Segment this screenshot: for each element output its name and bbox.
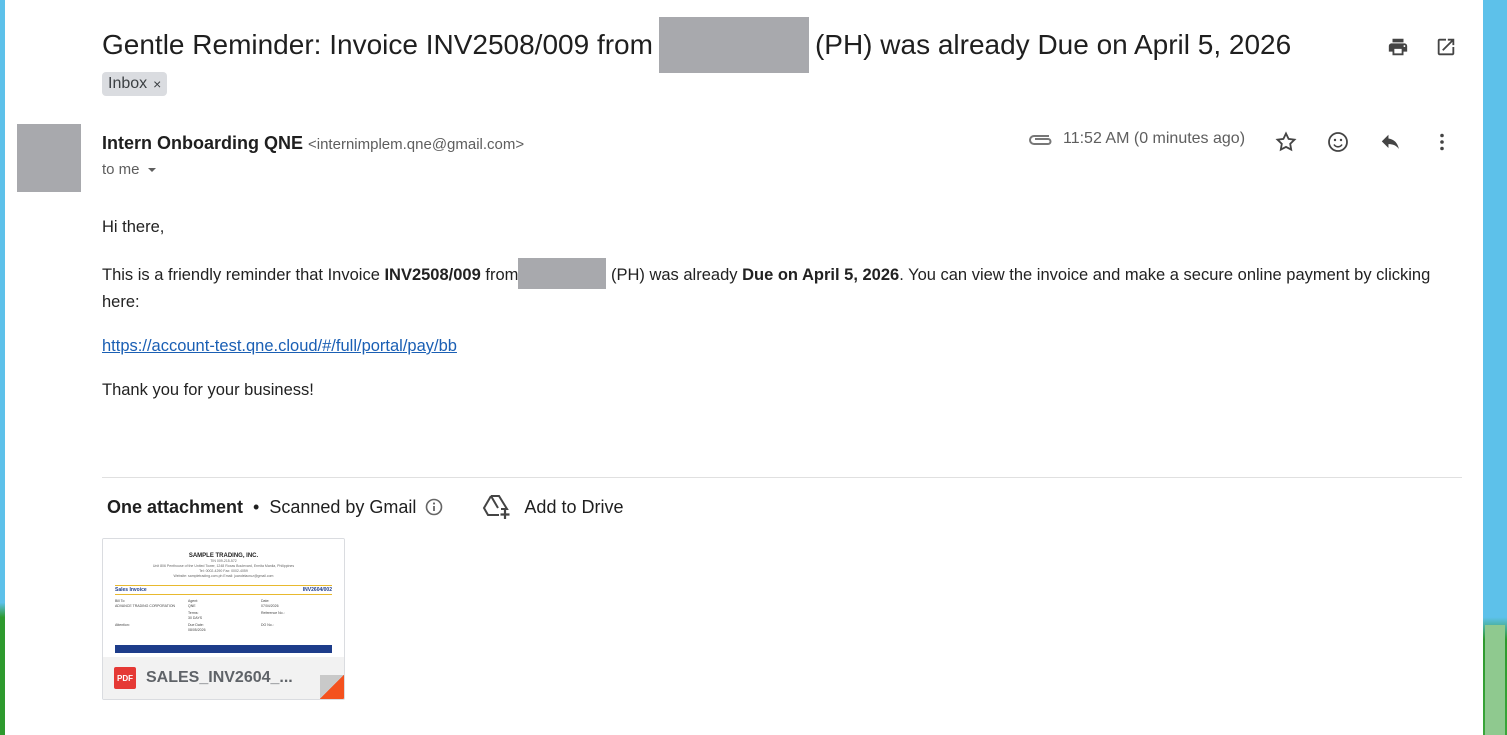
add-to-drive-label: Add to Drive — [524, 496, 624, 517]
reply-icon[interactable] — [1377, 129, 1403, 155]
background-scroll-strip — [1485, 625, 1505, 735]
label-chip-text: Inbox — [108, 75, 148, 92]
more-options-icon[interactable] — [1429, 129, 1455, 155]
thumb-table-header — [115, 645, 332, 653]
add-to-drive-button[interactable]: Add to Drive — [482, 494, 623, 520]
reminder-paragraph: This is a friendly reminder that Invoice… — [102, 258, 1462, 315]
subject-toolbar — [1385, 34, 1459, 60]
email-subject: Gentle Reminder: Invoice INV2508/009 fro… — [102, 16, 1291, 74]
attachment-thumbnail: SAMPLE TRADING, INC. TIN 009-215-572 Uni… — [103, 539, 344, 657]
thumb-doc-title: Sales Invoice — [115, 587, 147, 593]
invoice-number: INV2508/009 — [384, 266, 481, 284]
redacted-company-name — [658, 17, 809, 73]
attachments-divider — [102, 477, 1462, 478]
thumb-address-4: Website: sampletrading.com.ph Email: jua… — [173, 574, 274, 578]
recipient-label: to me — [102, 161, 140, 178]
message-time: 11:52 AM (0 minutes ago) — [1063, 130, 1246, 147]
greeting: Hi there, — [102, 218, 165, 236]
separator-dot: • — [253, 496, 260, 517]
subject-suffix: (PH) was already Due on April 5, 2026 — [814, 29, 1292, 60]
page-fold-icon — [320, 675, 344, 699]
subject-prefix: Gentle Reminder: Invoice INV2508/009 fro… — [102, 29, 653, 60]
thumb-doc-no: INV2604/002 — [302, 587, 332, 593]
due-date: Due on April 5, 2026 — [742, 266, 900, 284]
message-body: Hi there, This is a friendly reminder th… — [102, 214, 1462, 421]
attachment-footer: PDF SALES_INV2604_... — [103, 657, 344, 699]
open-in-new-window-icon[interactable] — [1433, 34, 1459, 60]
recipient-details-toggle[interactable]: to me — [102, 161, 158, 178]
email-view: Gentle Reminder: Invoice INV2508/009 fro… — [5, 0, 1483, 735]
label-chip-inbox[interactable]: Inbox × — [102, 72, 168, 96]
info-icon[interactable] — [424, 497, 444, 517]
attachments-header: One attachment • Scanned by Gmail Add to… — [107, 494, 623, 520]
attachment-filename: SALES_INV2604_... — [146, 669, 293, 686]
redacted-company-name-body — [518, 258, 607, 289]
sender-avatar — [17, 124, 81, 192]
scanned-by-gmail: Scanned by Gmail — [269, 496, 417, 517]
pdf-icon: PDF — [114, 667, 136, 689]
thumb-fields: Bill To: ADVANCE TRADING CORPORATION Agen… — [115, 599, 285, 632]
remove-label-icon[interactable]: × — [153, 76, 161, 92]
emoji-reaction-icon[interactable] — [1325, 129, 1351, 155]
attachment-card[interactable]: SAMPLE TRADING, INC. TIN 009-215-572 Uni… — [102, 538, 345, 700]
thumb-title-bar: Sales Invoice INV2604/002 — [115, 585, 332, 595]
payment-link[interactable]: https://account-test.qne.cloud/#/full/po… — [102, 337, 457, 355]
subject-row: Gentle Reminder: Invoice INV2508/009 fro… — [102, 16, 1291, 76]
message-actions — [1273, 129, 1455, 155]
star-icon[interactable] — [1273, 129, 1299, 155]
chevron-down-icon — [147, 167, 156, 172]
attachment-paperclip-icon — [1029, 135, 1052, 145]
attachment-count: One attachment — [107, 496, 244, 517]
sender-email: <internimplem.qne@gmail.com> — [308, 136, 525, 153]
message-meta: 11:52 AM (0 minutes ago) — [1027, 130, 1245, 148]
sender-name[interactable]: Intern Onboarding QNE — [102, 133, 303, 154]
sender-line: Intern Onboarding QNE <internimplem.qne@… — [102, 133, 524, 154]
closing: Thank you for your business! — [102, 381, 314, 399]
drive-add-icon — [483, 495, 510, 519]
print-icon[interactable] — [1385, 34, 1411, 60]
